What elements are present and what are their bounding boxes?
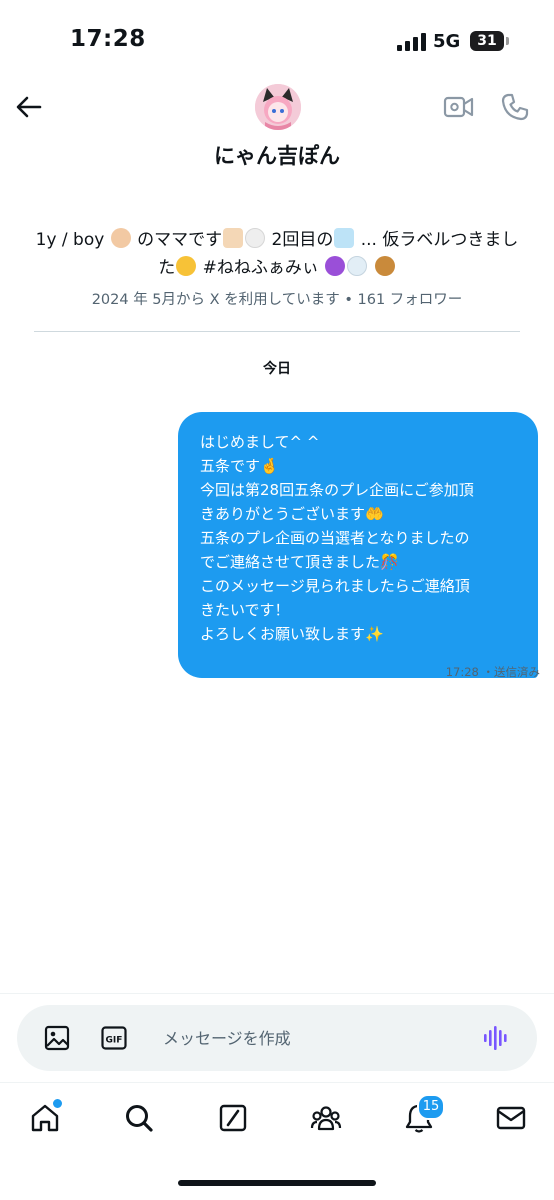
ice-cube-emoji-icon	[334, 228, 355, 248]
image-icon[interactable]	[44, 1025, 70, 1051]
tab-bar-divider	[0, 1082, 554, 1083]
message-composer: GIF	[17, 1005, 537, 1071]
purple-heart-emoji-icon	[325, 256, 346, 276]
bubbles-emoji-icon	[347, 256, 368, 276]
bio-text: た	[158, 258, 176, 278]
battery-tip	[506, 37, 509, 45]
tab-grok[interactable]	[213, 1098, 253, 1138]
message-bubble[interactable]: はじめまして^ ^ 五条です🤞 今回は第28回五条のプレ企画にご参加頂 きありが…	[178, 412, 538, 678]
video-call-icon[interactable]	[443, 93, 475, 121]
date-separator: 今日	[263, 361, 291, 377]
message-line: 今回は第28回五条のプレ企画にご参加頂	[200, 481, 474, 499]
profile-bio: 1y / boy のママです 2回目の ... 仮ラベルつきまし た #ねねふぁ…	[20, 226, 534, 282]
search-icon	[126, 1105, 153, 1132]
message-line: 五条のプレ企画の当選者となりましたの	[200, 529, 470, 547]
white-heart-emoji-icon	[245, 228, 266, 248]
gif-icon[interactable]: GIF	[101, 1026, 127, 1050]
divider	[34, 331, 520, 332]
composer-divider	[0, 993, 554, 994]
battery-level: 31	[477, 33, 497, 49]
voice-message-icon[interactable]	[483, 1025, 511, 1051]
tab-messages[interactable]	[491, 1098, 531, 1138]
message-line: よろしくお願い致します✨	[200, 625, 384, 643]
phone-call-icon[interactable]	[500, 92, 530, 122]
raising-hands-emoji-icon	[223, 228, 244, 248]
signal-icon	[397, 33, 426, 51]
bio-text: 1y / boy	[35, 230, 105, 250]
tab-search[interactable]	[119, 1098, 159, 1138]
notification-badge: 15	[417, 1094, 445, 1120]
message-input[interactable]	[163, 1023, 453, 1053]
message-status: ・送信済み	[482, 665, 541, 679]
back-arrow-icon[interactable]	[12, 90, 46, 124]
message-line: でご連絡させて頂きました🎊	[200, 553, 399, 571]
bio-text: のママです	[137, 230, 223, 250]
message-line: このメッセージ見られましたらご連絡頂	[200, 577, 470, 595]
confounded-face-emoji-icon	[176, 256, 197, 276]
tab-notifications[interactable]: 15	[399, 1094, 445, 1138]
snail-emoji-icon	[374, 256, 395, 276]
contact-name[interactable]: にゃん吉ぽん	[0, 140, 554, 170]
grok-icon	[219, 1104, 247, 1132]
battery-icon: 31	[470, 31, 504, 51]
home-indicator	[178, 1180, 376, 1186]
messages-icon	[496, 1106, 526, 1130]
tab-communities[interactable]	[306, 1098, 346, 1138]
network-type: 5G	[433, 31, 461, 52]
message-line: きありがとうございます🤲	[200, 505, 384, 523]
status-time: 17:28	[70, 26, 146, 52]
joined-followers: 2024 年 5月から X を利用しています • 161 フォロワー	[91, 292, 463, 308]
communities-icon	[310, 1106, 342, 1131]
home-badge-dot	[52, 1098, 63, 1109]
message-line: 五条です🤞	[200, 457, 279, 475]
hashtag-link[interactable]: #ねねふぁみぃ	[203, 258, 319, 278]
bio-line-1: 1y / boy のママです 2回目の ... 仮ラベルつきまし	[20, 226, 534, 254]
message-line: きたいです！	[200, 601, 290, 619]
tab-home[interactable]	[25, 1098, 65, 1138]
bio-line-2: た #ねねふぁみぃ	[20, 254, 534, 282]
bio-text: 2回目の	[271, 230, 334, 250]
svg-text:GIF: GIF	[106, 1036, 123, 1046]
status-bar: 17:28 5G 31	[0, 0, 554, 80]
message-time: 17:28	[445, 665, 479, 679]
message-meta: 17:28 ・送信済み	[446, 664, 540, 680]
avatar[interactable]	[255, 84, 301, 130]
boy-emoji-icon	[110, 228, 131, 248]
message-line: はじめまして^ ^	[200, 433, 320, 451]
bio-text: ... 仮ラベルつきまし	[360, 230, 519, 250]
avatar-image	[255, 84, 301, 130]
